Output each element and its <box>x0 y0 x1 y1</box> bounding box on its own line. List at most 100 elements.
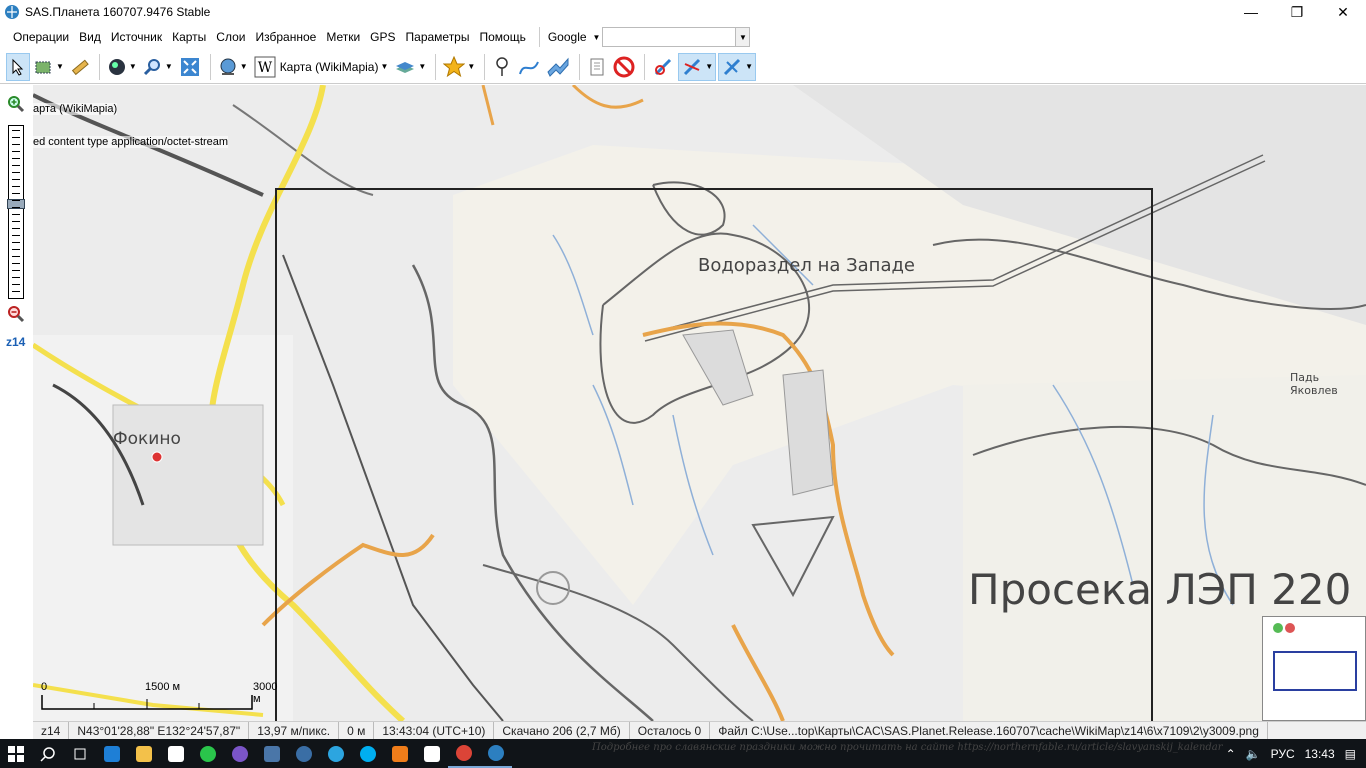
minimap[interactable] <box>1262 616 1366 721</box>
add-point-button[interactable] <box>490 53 514 81</box>
layers-icon <box>396 61 415 73</box>
marks-list-button[interactable] <box>585 53 609 81</box>
taskbar-edge[interactable] <box>96 739 128 768</box>
menu-operations[interactable]: Операции <box>8 30 74 44</box>
chevron-down-icon: ▼ <box>592 32 601 42</box>
hide-marks-button[interactable] <box>611 53 637 81</box>
taskbar-store[interactable] <box>160 739 192 768</box>
keyboard-language[interactable]: РУС <box>1271 747 1295 761</box>
menu-marks[interactable]: Метки <box>321 30 365 44</box>
search-button[interactable] <box>32 739 64 768</box>
zoom-tick <box>12 151 20 152</box>
zoom-level-label: z14 <box>6 335 26 349</box>
taskbar-app-globe[interactable] <box>288 739 320 768</box>
notifications-icon[interactable]: ▤ <box>1345 747 1356 761</box>
satellite-center-icon <box>724 58 741 75</box>
region-select-icon <box>35 61 51 73</box>
search-input[interactable]: ▼ <box>602 27 751 47</box>
taskbar-sas-planet[interactable] <box>480 739 512 768</box>
map-select-button[interactable]: W Карта (WikiMapia) ▼ <box>252 53 391 81</box>
window-title: SAS.Планета 160707.9476 Stable <box>25 5 211 19</box>
gps-track-button[interactable]: ▼ <box>678 52 717 81</box>
wikimapia-icon: W <box>254 56 276 77</box>
clock[interactable]: 13:43 <box>1305 747 1335 761</box>
zoom-tick <box>12 291 20 292</box>
skype-icon <box>360 745 376 762</box>
map-canvas[interactable] <box>33 85 1366 721</box>
maximize-button[interactable]: ❐ <box>1274 0 1320 24</box>
taskbar-explorer[interactable] <box>128 739 160 768</box>
menu-parameters[interactable]: Параметры <box>401 30 475 44</box>
notes-icon <box>590 58 604 75</box>
task-view-button[interactable] <box>64 739 96 768</box>
menu-layers[interactable]: Слои <box>211 30 250 44</box>
zoom-tick <box>12 242 20 243</box>
menu-bar: Операции Вид Источник Карты Слои Избранн… <box>0 24 1366 50</box>
zoom-slider[interactable] <box>7 125 25 299</box>
tray-chevron-icon[interactable]: ⌃ <box>1226 747 1236 761</box>
close-button[interactable]: ✕ <box>1320 0 1366 24</box>
taskbar-chrome[interactable] <box>448 739 480 768</box>
map-source-globe-button[interactable]: ▼ <box>216 53 250 81</box>
zoom-tick <box>12 130 20 131</box>
zoom-tick <box>12 256 20 257</box>
minimap-zoom-out-icon[interactable] <box>1285 623 1295 633</box>
search-history-dropdown[interactable]: ▼ <box>735 28 750 46</box>
ok-icon <box>392 745 408 762</box>
map-view[interactable]: арта (WikiMapia) ed content type applica… <box>33 85 1366 721</box>
gps-center-button[interactable]: ▼ <box>718 52 757 81</box>
taskbar-vk[interactable] <box>256 739 288 768</box>
taskbar-mail[interactable] <box>416 739 448 768</box>
toolbar: ▼ ▼ ▼ ▼ W Карта (WikiMapia) ▼ ▼ ▼ ▼ ▼ <box>0 50 1366 84</box>
gps-button[interactable] <box>650 53 676 81</box>
menu-maps[interactable]: Карты <box>167 30 211 44</box>
minimize-button[interactable]: — <box>1228 0 1274 24</box>
ruler-button[interactable] <box>68 53 92 81</box>
current-map-name: Карта (WikiMapia) <box>279 59 379 74</box>
zoom-tool-button[interactable]: ▼ <box>141 53 175 81</box>
start-button[interactable] <box>0 739 32 768</box>
viber-icon <box>232 745 248 762</box>
menu-help[interactable]: Помощь <box>474 30 530 44</box>
zoom-tick <box>12 144 20 145</box>
menu-source[interactable]: Источник <box>106 30 167 44</box>
favorites-button[interactable]: ▼ <box>441 53 477 81</box>
place-label-pad: Падь Яковлев <box>1290 371 1338 397</box>
zoom-tick <box>12 179 20 180</box>
add-polygon-button[interactable] <box>544 53 572 81</box>
search-engine-select[interactable]: Google <box>544 30 591 44</box>
place-label-proseka: Просека ЛЭП 220 <box>968 565 1352 614</box>
globe-button[interactable]: ▼ <box>105 53 139 81</box>
minimap-zoom-in-icon[interactable] <box>1273 623 1283 633</box>
taskbar-skype[interactable] <box>352 739 384 768</box>
telegram-icon <box>328 745 344 762</box>
menu-favorites[interactable]: Избранное <box>250 30 321 44</box>
taskbar-whatsapp[interactable] <box>192 739 224 768</box>
system-tray: ⌃ 🔈 РУС 13:43 ▤ <box>1226 739 1366 768</box>
title-bar: SAS.Планета 160707.9476 Stable — ❐ ✕ <box>0 0 1366 24</box>
zoom-in-icon[interactable] <box>7 95 25 113</box>
vk-icon <box>264 745 280 762</box>
satellite-track-icon <box>684 58 701 75</box>
volume-icon[interactable]: 🔈 <box>1246 747 1261 761</box>
add-path-button[interactable] <box>516 53 542 81</box>
taskbar-app-orange[interactable] <box>384 739 416 768</box>
taskbar-telegram[interactable] <box>320 739 352 768</box>
layers-button[interactable]: ▼ <box>392 53 428 81</box>
zoom-panel: z14 <box>0 85 33 721</box>
layer-error-message: ed content type application/octet-stream <box>33 136 229 148</box>
menu-gps[interactable]: GPS <box>365 30 400 44</box>
toolbar-separator <box>579 53 581 80</box>
zoom-out-icon[interactable] <box>7 305 25 323</box>
zoom-tick <box>12 249 20 250</box>
select-tool-button[interactable] <box>6 52 30 81</box>
select-region-button[interactable]: ▼ <box>32 53 66 81</box>
taskbar-viber[interactable] <box>224 739 256 768</box>
sas-planet-icon <box>5 5 19 19</box>
cursor-icon <box>12 58 24 76</box>
zoom-tick <box>12 277 20 278</box>
minimap-viewport[interactable] <box>1273 651 1357 691</box>
fullscreen-button[interactable] <box>177 53 203 81</box>
status-distance: 0 м <box>339 722 375 739</box>
menu-view[interactable]: Вид <box>74 30 106 44</box>
